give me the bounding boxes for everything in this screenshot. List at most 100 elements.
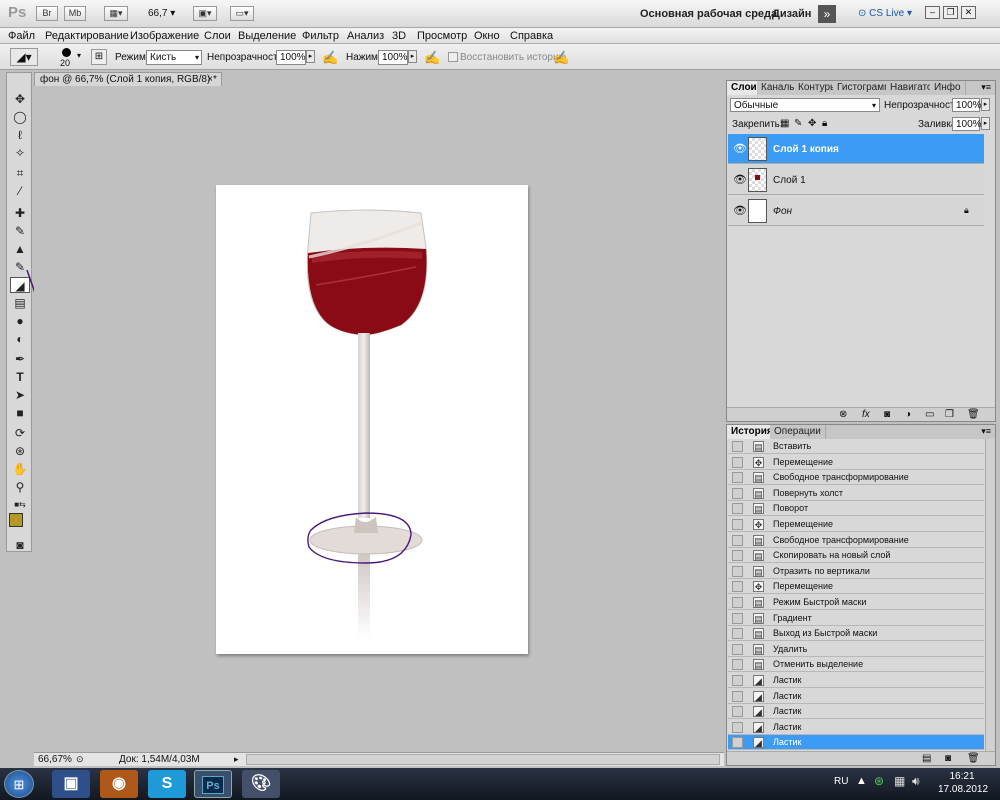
- menu-file[interactable]: Файл: [8, 30, 35, 42]
- history-source-checkbox[interactable]: [732, 675, 743, 686]
- link-layers-icon[interactable]: ⊗: [839, 409, 847, 420]
- crop-icon[interactable]: ⌗: [10, 165, 30, 181]
- restore-history-checkbox[interactable]: [448, 52, 458, 62]
- history-source-checkbox[interactable]: [732, 487, 743, 499]
- rectangle-shape-icon[interactable]: ■: [10, 405, 30, 421]
- layer-name[interactable]: Слой 1 копия: [773, 144, 839, 155]
- layer-name[interactable]: Фон: [773, 206, 792, 217]
- pressure-input[interactable]: 100%: [378, 50, 408, 65]
- quick-select-icon[interactable]: ✧: [10, 145, 30, 161]
- layer-opacity-input[interactable]: 100%: [952, 98, 982, 112]
- history-source-checkbox[interactable]: [732, 737, 743, 749]
- brush-preset-picker[interactable]: 20 ▾: [58, 46, 86, 68]
- more-workspaces-button[interactable]: »: [818, 5, 836, 23]
- minimize-icon[interactable]: –: [925, 6, 940, 19]
- history-source-checkbox[interactable]: [732, 456, 743, 468]
- quick-mask-icon[interactable]: ◙: [10, 537, 30, 553]
- menu-edit[interactable]: Редактирование: [45, 30, 129, 42]
- menu-filter[interactable]: Фильтр: [302, 30, 339, 42]
- new-layer-icon[interactable]: ❐: [945, 409, 954, 420]
- zoom-icon[interactable]: ⚲: [10, 479, 30, 495]
- tablet-size-icon[interactable]: ✍: [553, 50, 569, 66]
- cs-live-button[interactable]: ⊙ CS Live ▾: [858, 8, 912, 19]
- new-document-from-state-icon[interactable]: ▤: [922, 753, 931, 764]
- blur-icon[interactable]: ●: [10, 313, 30, 329]
- type-icon[interactable]: T: [10, 369, 30, 385]
- layer-row[interactable]: 👁︎ Фон 🔒︎: [728, 196, 984, 226]
- history-source-checkbox[interactable]: [732, 659, 743, 671]
- history-source-checkbox[interactable]: [732, 472, 743, 484]
- view-extras-button[interactable]: ▦▾: [104, 6, 128, 21]
- menu-view[interactable]: Просмотр: [417, 30, 467, 42]
- language-indicator[interactable]: RU: [834, 776, 848, 787]
- trash-icon[interactable]: 🗑︎: [967, 753, 980, 764]
- eyedropper-icon[interactable]: ⁄: [10, 183, 30, 199]
- menu-layers[interactable]: Слои: [204, 30, 231, 42]
- document-canvas[interactable]: [216, 185, 528, 654]
- tab-info[interactable]: Инфо: [930, 81, 966, 95]
- photoshop-taskbar-icon[interactable]: Ps: [194, 770, 232, 798]
- history-source-checkbox[interactable]: [732, 612, 743, 624]
- history-source-checkbox[interactable]: [732, 519, 743, 530]
- layer-row[interactable]: 👁︎ Слой 1: [728, 165, 984, 195]
- panel-menu-icon[interactable]: ▾≡: [981, 426, 991, 437]
- torrent-icon[interactable]: ⊛: [874, 774, 884, 788]
- lock-position-icon[interactable]: ✥: [808, 118, 816, 129]
- paint-icon[interactable]: 🎨︎: [242, 770, 280, 798]
- layer-name[interactable]: Слой 1: [773, 175, 806, 186]
- zoom-level-select[interactable]: 66,7 ▾: [148, 8, 175, 19]
- history-source-checkbox[interactable]: [732, 581, 743, 593]
- default-colors-icon[interactable]: ■⇆: [10, 497, 30, 513]
- history-state[interactable]: ▤ Отразить по вертикали: [728, 563, 984, 579]
- status-zoom[interactable]: 66,67%: [38, 754, 72, 765]
- horizontal-scrollbar[interactable]: [246, 754, 720, 765]
- menu-image[interactable]: Изображение: [130, 30, 199, 42]
- brush-panel-toggle[interactable]: ⊞: [91, 49, 107, 65]
- history-state[interactable]: ▤ Поворот: [728, 501, 984, 517]
- lasso-icon[interactable]: ℓ: [10, 127, 30, 143]
- path-select-icon[interactable]: ➤: [10, 387, 30, 403]
- eye-icon[interactable]: 👁︎: [733, 142, 747, 155]
- layer-opacity-slider[interactable]: ▸: [981, 98, 990, 111]
- history-state[interactable]: ▤ Выход из Быстрой маски: [728, 626, 984, 642]
- screen-mode-button[interactable]: ▭▾: [230, 6, 254, 21]
- history-state[interactable]: ▤ Скопировать на новый слой: [728, 548, 984, 564]
- close-window-icon[interactable]: ✕: [961, 6, 976, 19]
- opacity-input[interactable]: 100%: [276, 50, 306, 65]
- history-source-checkbox[interactable]: [732, 565, 743, 577]
- close-tab-icon[interactable]: ×: [207, 73, 213, 86]
- lock-transparency-icon[interactable]: ▦: [780, 118, 789, 129]
- volume-icon[interactable]: 🔊︎: [912, 774, 920, 789]
- history-source-checkbox[interactable]: [732, 643, 743, 655]
- workspace-design[interactable]: Дизайн: [772, 8, 811, 20]
- menu-window[interactable]: Окно: [474, 30, 500, 42]
- history-state[interactable]: ◢ Ластик: [728, 735, 984, 751]
- network-icon[interactable]: ▦: [894, 774, 905, 788]
- lock-pixels-icon[interactable]: ✎: [794, 118, 802, 129]
- tool-preset-picker[interactable]: ◢▾: [10, 48, 38, 66]
- history-source-checkbox[interactable]: [732, 550, 743, 562]
- fill-slider[interactable]: ▸: [981, 117, 990, 130]
- workspace-essentials[interactable]: Основная рабочая среда: [640, 8, 777, 20]
- dodge-icon[interactable]: ◐: [10, 331, 30, 347]
- move-icon[interactable]: ✥: [10, 91, 30, 107]
- history-state[interactable]: ▤ Режим Быстрой маски: [728, 595, 984, 610]
- history-state[interactable]: ◢ Ластик: [728, 673, 984, 688]
- eye-icon[interactable]: 👁︎: [733, 173, 747, 186]
- history-state[interactable]: ▤ Повернуть холст: [728, 485, 984, 501]
- brush-icon[interactable]: ✎: [10, 223, 30, 239]
- status-menu-arrow-icon[interactable]: ▸: [234, 754, 239, 765]
- history-state[interactable]: ✥ Перемещение: [728, 517, 984, 532]
- arrange-documents-button[interactable]: ▣▾: [193, 6, 217, 21]
- hand-icon[interactable]: ✋: [10, 461, 30, 477]
- history-source-checkbox[interactable]: [732, 597, 743, 608]
- bridge-button[interactable]: Br: [36, 6, 58, 21]
- tray-arrow-icon[interactable]: ▲: [856, 775, 867, 787]
- mode-select[interactable]: Кисть ▾: [146, 50, 202, 65]
- history-source-checkbox[interactable]: [732, 706, 743, 718]
- layer-mask-icon[interactable]: ◙: [884, 409, 890, 420]
- opacity-slider-button[interactable]: ▸: [306, 50, 315, 63]
- lock-icon[interactable]: 🔒︎: [822, 118, 827, 129]
- restore-icon[interactable]: ❐: [943, 6, 958, 19]
- snapshot-icon[interactable]: ◙: [945, 753, 951, 764]
